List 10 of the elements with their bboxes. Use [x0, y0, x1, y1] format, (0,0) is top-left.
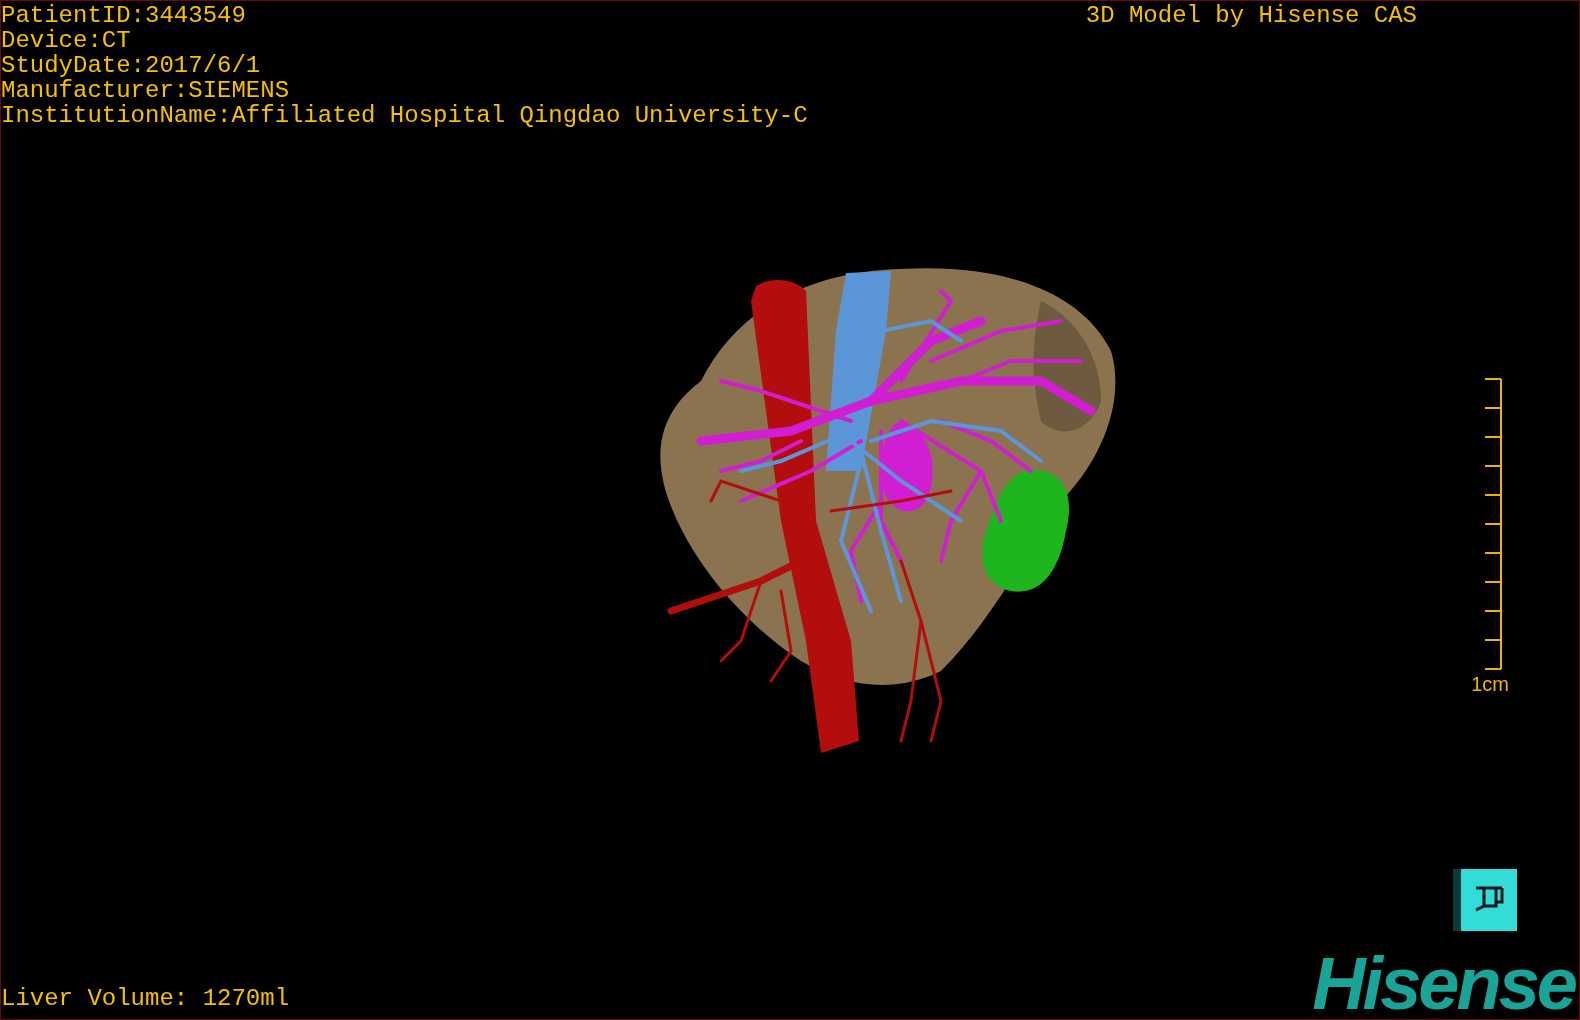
patient-info-line: InstitutionName:Affiliated Hospital Qingdao University-C: [1, 103, 808, 128]
scale-label: 1cm: [1471, 674, 1509, 694]
view-button[interactable]: [1453, 869, 1517, 931]
patient-info-line: Manufacturer:SIEMENS: [1, 78, 291, 103]
patient-info-line: StudyDate:2017/6/1: [1, 53, 262, 78]
liver-volume-text: Liver Volume: 1270ml: [1, 986, 290, 1011]
patient-info-line: PatientID:3443549: [1, 3, 247, 28]
patient-info-line: Device:CT: [1, 28, 132, 53]
viewer-title: 3D Model by Hisense CAS: [1085, 3, 1417, 28]
brand-logo: Hisense: [1312, 949, 1575, 1019]
